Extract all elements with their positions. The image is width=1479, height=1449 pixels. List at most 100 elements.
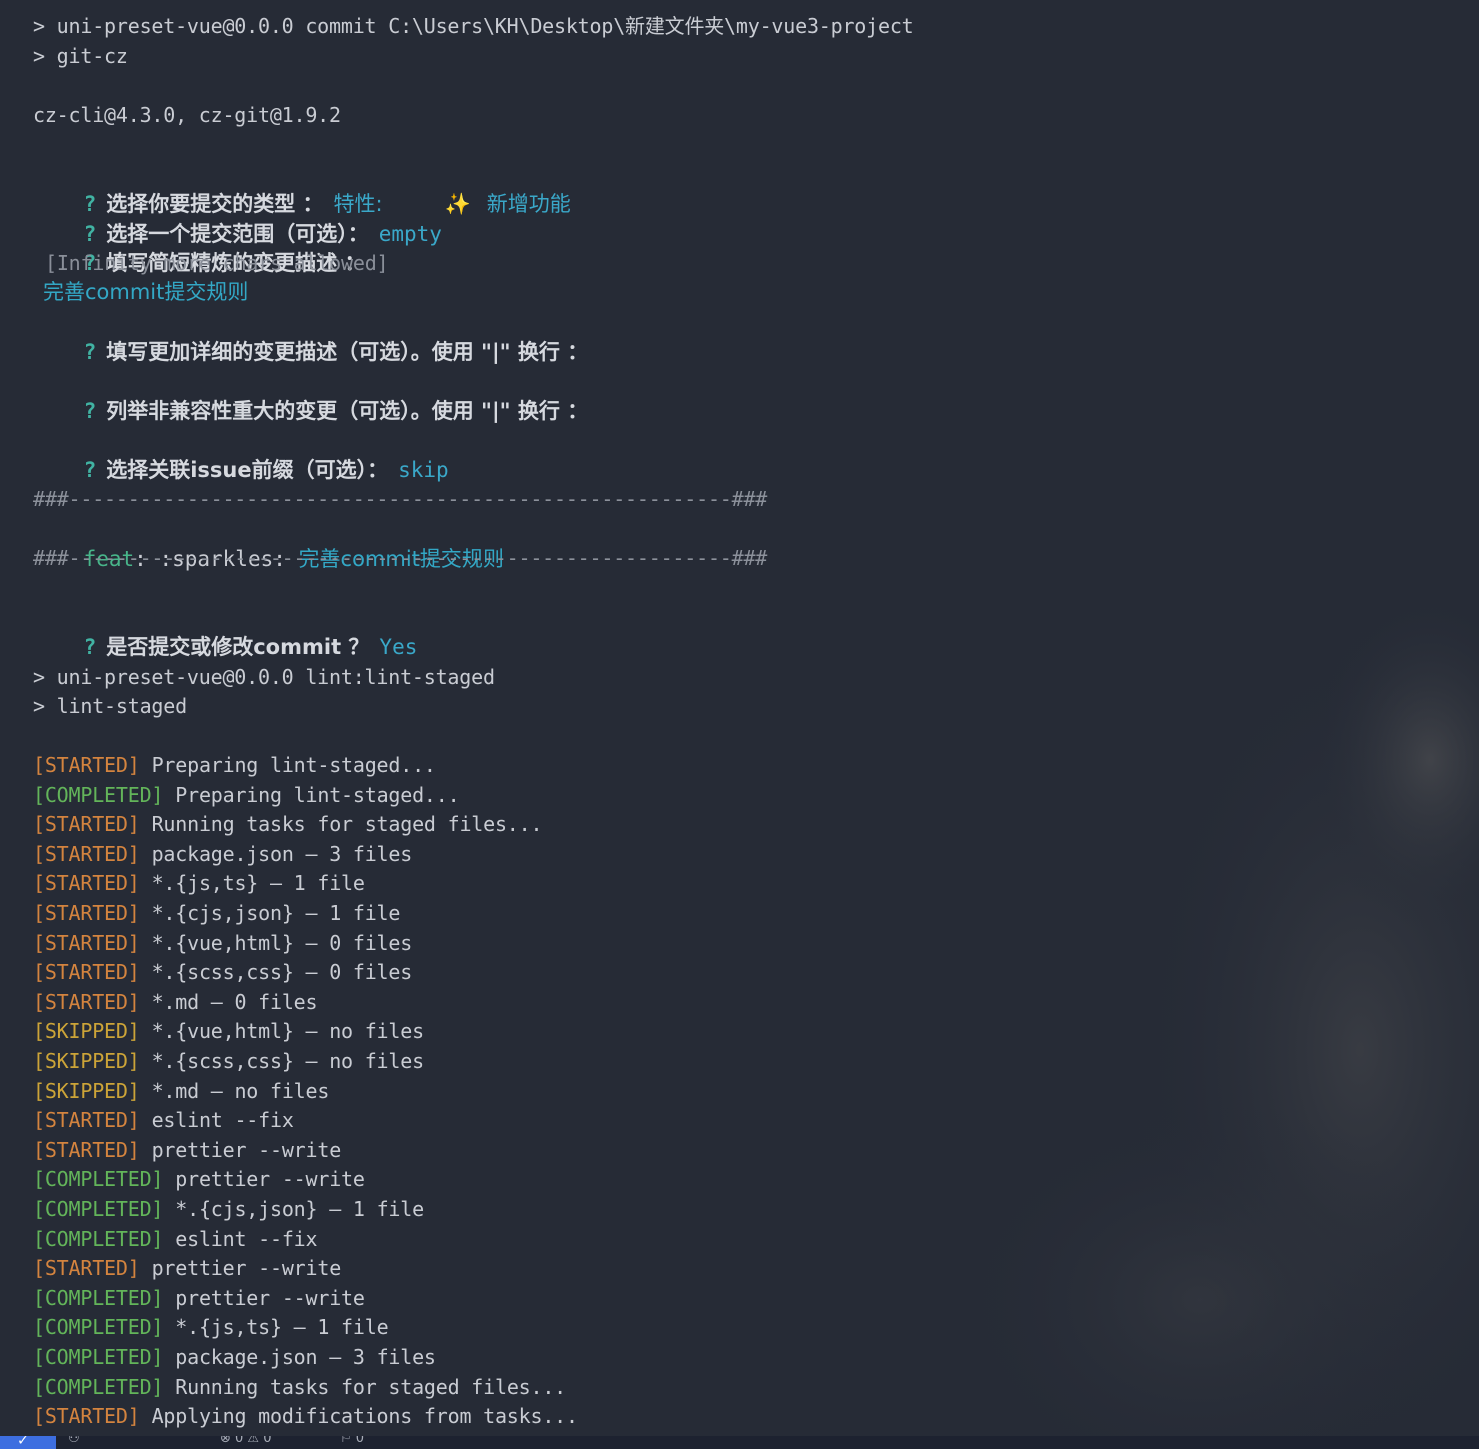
log-line: [STARTED] *.{scss,css} — 0 files [33,957,412,987]
log-text: *.{scss,css} — no files [151,1049,425,1073]
char-limit-hint: [Infinity more chars allowed] [45,251,389,275]
question-mark: ? [83,340,97,364]
log-text: package.json — 3 files [175,1345,436,1369]
log-line: [STARTED] *.{cjs,json} — 1 file [33,898,400,928]
log-status-tag: [COMPLETED] [33,1345,164,1369]
question-label: 列举非兼容性重大的变更（可选）。使用 "|" 换行 ： [106,399,589,423]
command-line: > uni-preset-vue@0.0.0 lint:lint-staged [33,665,495,689]
log-status-tag: [COMPLETED] [33,1167,164,1192]
separator-line: ###-------------------------------------… [33,546,768,570]
log-status-tag: [COMPLETED] [33,782,164,807]
log-line: [STARTED] *.{vue,html} — 0 files [33,928,412,958]
log-line: [STARTED] package.json — 3 files [33,839,412,869]
log-line: [SKIPPED] *.{vue,html} — no files [33,1016,424,1046]
log-text: Running tasks for staged files... [175,1374,567,1399]
log-status-tag: [STARTED] [33,1256,140,1281]
separator-line: ###-------------------------------------… [33,487,768,511]
log-text: *.{scss,css} — 0 files [151,960,413,985]
log-text: prettier --write [175,1285,365,1310]
log-line: [STARTED] eslint --fix [33,1105,294,1135]
remote-icon: ✓ [18,1436,28,1449]
log-line: [COMPLETED] *.{js,ts} — 1 file [33,1312,389,1342]
log-status-tag: [COMPLETED] [33,1374,164,1399]
prompt-confirm: ? 是否提交或修改commit ？ Yes [33,602,418,659]
log-status-tag: [COMPLETED] [33,1285,164,1310]
log-status-tag: [COMPLETED] [33,1226,164,1251]
log-line: [SKIPPED] *.{scss,css} — no files [33,1046,424,1076]
remote-indicator-button[interactable]: ✓ [0,1436,56,1449]
answer-value: Yes [379,635,418,659]
question-label: 填写更加详细的变更描述（可选）。使用 "|" 换行 ： [106,340,589,364]
log-text: *.md — 0 files [151,989,318,1014]
log-line: [SKIPPED] *.md — no files [33,1076,329,1106]
log-line: [STARTED] Applying modifications from tas… [33,1401,578,1431]
prompt-issue-prefix: ? 选择关联issue前缀（可选）： skip [33,425,449,482]
log-text: *.{js,ts} — 1 file [151,871,365,896]
status-bar: ✓ ⚇ ⊗ 0 ⚠ 0 ⚐ 0 [0,1436,1479,1449]
log-line: [STARTED] prettier --write [33,1253,341,1283]
log-line: [STARTED] Running tasks for staged files.… [33,809,543,839]
log-text: prettier --write [175,1167,365,1192]
prompt-scope: ? 选择一个提交范围（可选）： empty [33,189,442,246]
answer-value: empty [378,222,442,246]
log-line: [STARTED] prettier --write [33,1135,341,1165]
log-status-tag: [STARTED] [33,753,140,777]
prompt-body: ? 填写更加详细的变更描述（可选）。使用 "|" 换行 ： [33,307,589,364]
log-status-tag: [STARTED] [33,1137,140,1162]
log-line: [COMPLETED] eslint --fix [33,1224,318,1254]
log-text: *.{js,ts} — 1 file [175,1315,389,1340]
sparkles-icon: ✨ [444,192,471,216]
log-status-tag: [COMPLETED] [33,1315,164,1340]
log-text: prettier --write [151,1137,342,1162]
log-text: *.{vue,html} — no files [151,1019,425,1044]
terminal-output: > uni-preset-vue@0.0.0 commit C:\Users\K… [0,0,1479,1436]
log-status-tag: [COMPLETED] [33,1197,164,1221]
log-text: Running tasks for staged files... [151,812,543,837]
command-line: > uni-preset-vue@0.0.0 commit C:\Users\K… [33,14,914,38]
log-status-tag: [STARTED] [33,1108,140,1133]
log-status-tag: [STARTED] [33,930,140,955]
log-line: [STARTED] *.md — 0 files [33,987,318,1017]
log-text: eslint --fix [175,1226,318,1251]
log-line: [COMPLETED] prettier --write [33,1164,365,1194]
log-line: [COMPLETED] Preparing lint-staged... [33,780,460,810]
log-status-tag: [STARTED] [33,901,140,925]
answer-value: 新增功能 [486,192,571,216]
log-text: *.md — no files [151,1078,330,1103]
log-text: Preparing lint-staged... [151,753,436,777]
log-text: *.{cjs,json} — 1 file [151,901,401,925]
log-status-tag: [SKIPPED] [33,1049,140,1073]
log-status-tag: [STARTED] [33,960,140,985]
question-label: 是否提交或修改commit ？ [106,635,370,659]
question-mark: ? [83,458,97,482]
question-mark: ? [83,635,97,659]
log-status-tag: [STARTED] [33,989,140,1014]
subject-input-value: 完善commit提交规则 [43,280,249,304]
log-line: [COMPLETED] *.{cjs,json} — 1 file [33,1194,424,1224]
log-text: Preparing lint-staged... [175,782,460,807]
log-status-tag: [SKIPPED] [33,1019,140,1044]
prompt-subject: ? 填写简短精炼的变更描述 ： [33,218,366,275]
question-mark: ? [83,399,97,423]
log-text: *.{cjs,json} — 1 file [175,1197,424,1221]
log-line: [STARTED] Preparing lint-staged... [33,750,436,780]
account-icon[interactable]: ⚇ [68,1436,80,1446]
problems-indicator[interactable]: ⊗ 0 ⚠ 0 [220,1436,272,1446]
ports-indicator[interactable]: ⚐ 0 [340,1436,364,1446]
answer-value: skip [398,458,449,482]
prompt-breaking: ? 列举非兼容性重大的变更（可选）。使用 "|" 换行 ： [33,366,589,423]
log-line: [COMPLETED] package.json — 3 files [33,1342,436,1372]
log-line: [COMPLETED] prettier --write [33,1283,365,1313]
log-status-tag: [SKIPPED] [33,1078,140,1103]
log-text: *.{vue,html} — 0 files [151,930,413,955]
log-status-tag: [STARTED] [33,871,140,896]
prompt-type: ? 选择你要提交的类型 ：特性: ✨ 新增功能 [33,159,571,216]
commit-message-preview: feat: :sparkles: 完善commit提交规则 [33,514,504,571]
log-text: Applying modifications from tasks... [151,1404,578,1429]
command-line: > lint-staged [33,694,187,718]
command-line: > git-cz [33,44,128,68]
question-label: 选择关联issue前缀（可选）： [106,458,389,482]
log-line: [STARTED] *.{js,ts} — 1 file [33,868,365,898]
log-status-tag: [STARTED] [33,841,140,866]
log-text: package.json — 3 files [151,841,413,866]
